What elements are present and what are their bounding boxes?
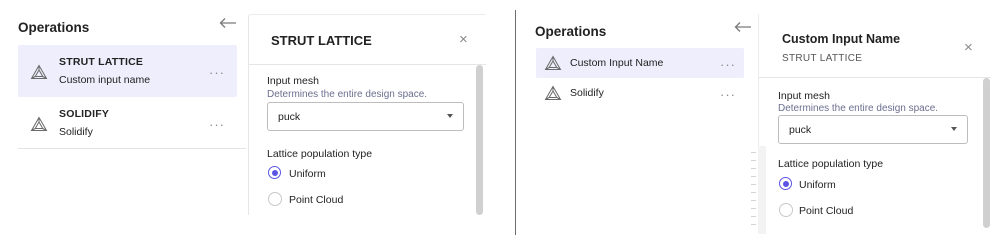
operation-settings-panel: STRUT LATTICE × Input mesh Determines th…: [248, 14, 486, 215]
operation-item-custom-input-name[interactable]: Custom Input Name ···: [536, 48, 744, 78]
grip-line: [751, 216, 756, 217]
operation-item-strut-lattice[interactable]: STRUT LATTICE Custom input name ···: [18, 45, 237, 97]
arrow-left-icon[interactable]: [734, 21, 752, 35]
operations-panel: Operations Custom Input Name ··· Solidif…: [526, 0, 752, 101]
resize-handle[interactable]: [751, 146, 766, 234]
grip-line: [751, 224, 756, 225]
chevron-down-icon: [447, 114, 453, 118]
more-icon[interactable]: ···: [720, 88, 736, 101]
divider: [18, 148, 246, 149]
grip-line: [751, 160, 756, 161]
divider: [249, 64, 486, 65]
input-mesh-help: Determines the entire design space.: [778, 103, 939, 114]
close-icon[interactable]: ×: [459, 32, 468, 47]
more-icon[interactable]: ···: [720, 58, 736, 71]
operations-header: Operations: [526, 0, 752, 44]
grip-line: [751, 152, 756, 153]
input-mesh-value: puck: [789, 124, 812, 136]
panel-title: Custom Input Name: [782, 32, 901, 46]
radio-point-cloud-label: Point Cloud: [289, 194, 344, 206]
more-icon[interactable]: ···: [209, 118, 225, 131]
operations-title: Operations: [18, 20, 90, 35]
radio-uniform-label: Uniform: [799, 179, 836, 191]
operations-header: Operations: [10, 0, 240, 44]
divider: [515, 10, 516, 235]
divider: [759, 77, 991, 78]
operation-name: STRUT LATTICE: [59, 56, 144, 68]
input-mesh-label: Input mesh: [267, 75, 319, 87]
grip-line: [751, 168, 756, 169]
grip-line: [751, 208, 756, 209]
scrollbar[interactable]: [476, 65, 483, 215]
operation-label: Solidify: [570, 87, 604, 99]
operations-title: Operations: [535, 24, 607, 39]
panel-title: STRUT LATTICE: [271, 33, 372, 48]
operation-item-solidify[interactable]: Solidify ···: [536, 78, 744, 108]
radio-point-cloud[interactable]: [268, 192, 282, 206]
radio-uniform[interactable]: [779, 177, 792, 190]
grip-line: [751, 184, 756, 185]
scrollbar[interactable]: [983, 78, 990, 228]
close-icon[interactable]: ×: [964, 40, 973, 55]
operations-panel: Operations STRUT LATTICE Custom input na…: [10, 0, 246, 149]
triangle-mesh-icon: [544, 85, 562, 101]
radio-point-cloud-label: Point Cloud: [799, 205, 854, 217]
input-mesh-help: Determines the entire design space.: [267, 89, 428, 100]
radio-point-cloud[interactable]: [779, 203, 793, 217]
more-icon[interactable]: ···: [209, 66, 225, 79]
chevron-down-icon: [951, 127, 957, 131]
arrow-left-icon[interactable]: [219, 17, 237, 31]
triangle-mesh-icon: [30, 116, 48, 132]
operation-subtitle: Solidify: [59, 126, 93, 138]
input-mesh-select[interactable]: puck: [778, 115, 968, 144]
radio-uniform[interactable]: [268, 166, 281, 179]
triangle-mesh-icon: [544, 55, 562, 71]
operation-settings-panel: Custom Input Name STRUT LATTICE × Input …: [751, 14, 991, 234]
grip-line: [751, 176, 756, 177]
operation-name: SOLIDIFY: [59, 108, 110, 120]
input-mesh-select[interactable]: puck: [267, 102, 464, 131]
grip-line: [751, 192, 756, 193]
input-mesh-label: Input mesh: [778, 90, 830, 102]
lattice-population-label: Lattice population type: [778, 158, 884, 170]
triangle-mesh-icon: [30, 64, 48, 80]
input-mesh-value: puck: [278, 111, 301, 123]
grip-line: [751, 200, 756, 201]
panel-subtitle: STRUT LATTICE: [782, 53, 863, 64]
lattice-population-label: Lattice population type: [267, 148, 373, 160]
operation-subtitle: Custom input name: [59, 74, 151, 86]
operation-item-solidify[interactable]: SOLIDIFY Solidify ···: [18, 100, 237, 148]
radio-uniform-label: Uniform: [289, 168, 326, 180]
operation-label: Custom Input Name: [570, 57, 664, 69]
